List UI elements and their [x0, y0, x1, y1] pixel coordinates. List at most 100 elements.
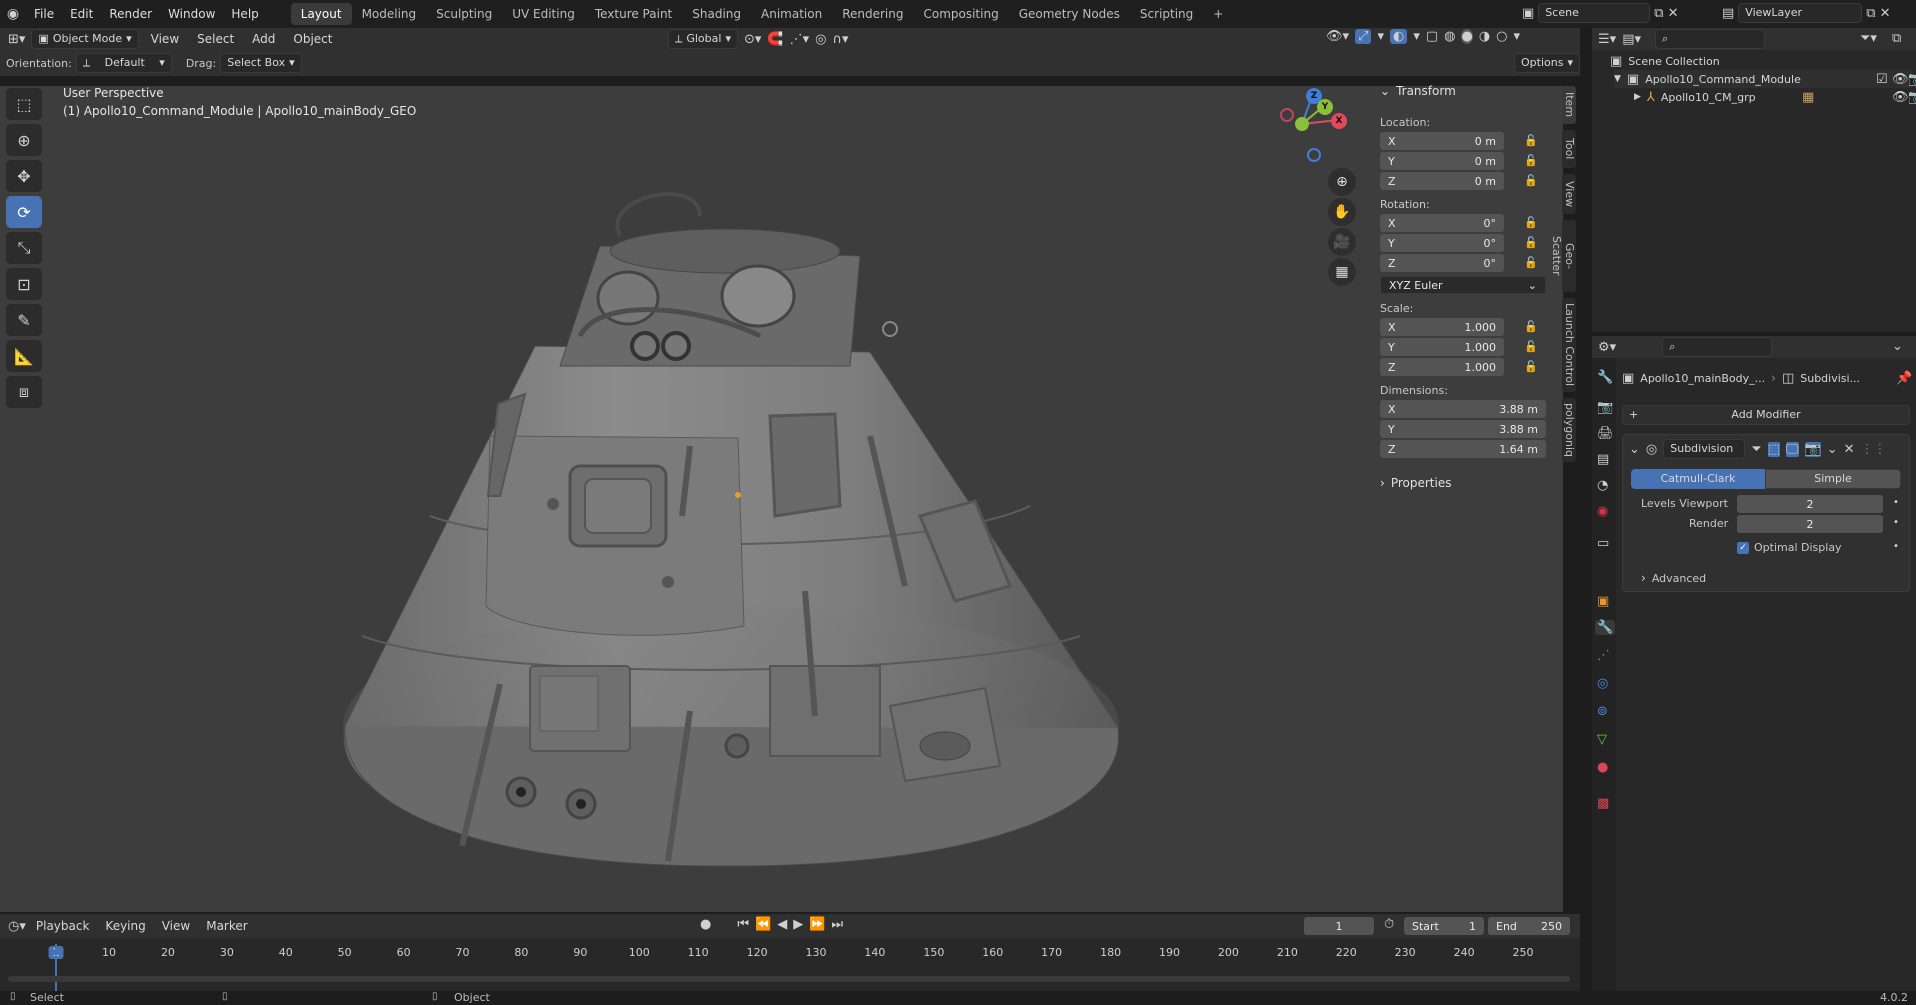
edit-mode-toggle-icon[interactable]: ⏷: [1751, 442, 1761, 457]
lock-icon[interactable]: 🔓: [1524, 174, 1538, 187]
pivot-point-icon[interactable]: ⊙▾: [744, 32, 761, 47]
properties-editor-icon[interactable]: ⚙▾: [1598, 340, 1616, 355]
close-icon[interactable]: ✕: [1844, 442, 1855, 457]
delete-scene-icon[interactable]: ✕: [1668, 6, 1679, 21]
end-frame-field[interactable]: End 250: [1488, 917, 1570, 935]
tab-uv-editing[interactable]: UV Editing: [502, 3, 585, 25]
pan-hand-icon[interactable]: ✋: [1328, 198, 1356, 226]
eye-icon[interactable]: 👁: [1892, 72, 1909, 87]
render-toggle-icon[interactable]: 📷: [1804, 441, 1821, 457]
overlay-toggle-icon[interactable]: ◐: [1389, 29, 1408, 44]
outliner-item-command-module[interactable]: ▼ ▣ Apollo10_Command_Module ☑ 👁 📷: [1614, 70, 1916, 88]
3d-viewport[interactable]: User Perspective (1) Apollo10_Command_Mo…: [0, 86, 1563, 912]
jump-start-icon[interactable]: ⏮: [737, 917, 749, 932]
eye-icon[interactable]: 👁: [1892, 90, 1909, 105]
chevron-down-icon[interactable]: ▼: [1614, 74, 1621, 84]
menu-select[interactable]: Select: [191, 29, 240, 49]
menu-help[interactable]: Help: [223, 0, 266, 28]
add-workspace-button[interactable]: +: [1203, 3, 1233, 25]
output-tab-icon[interactable]: 🖨: [1597, 426, 1614, 441]
rotation-x-field[interactable]: X 0°: [1380, 214, 1504, 232]
menu-render[interactable]: Render: [101, 0, 160, 28]
chevron-down-icon[interactable]: ⌄: [1827, 442, 1838, 457]
dimensions-y-field[interactable]: Y 3.88 m: [1380, 420, 1546, 438]
catmull-clark-toggle[interactable]: Catmull-Clark: [1631, 469, 1765, 489]
modifier-name-field[interactable]: Subdivision: [1663, 439, 1746, 459]
physics-tab-icon[interactable]: ◎: [1597, 676, 1608, 691]
tab-geo-scatter[interactable]: Geo-Scatter: [1550, 220, 1576, 292]
chevron-right-icon[interactable]: ▶: [1634, 92, 1641, 102]
tab-compositing[interactable]: Compositing: [913, 3, 1008, 25]
gizmo-toggle-icon[interactable]: ⤢: [1355, 29, 1372, 44]
new-view-layer-icon[interactable]: ⧉: [1866, 6, 1875, 21]
texture-tab-icon[interactable]: ▩: [1597, 796, 1609, 811]
menu-object[interactable]: Object: [287, 29, 338, 49]
chevron-down-icon[interactable]: ⌄: [1892, 339, 1903, 354]
render-tab-icon[interactable]: 📷: [1597, 400, 1613, 415]
cursor-icon[interactable]: ⊕: [6, 124, 42, 156]
select-box-icon[interactable]: ⬚: [6, 88, 42, 120]
xray-icon[interactable]: ▢: [1426, 29, 1438, 44]
menu-edit[interactable]: Edit: [62, 0, 101, 28]
snap-icon[interactable]: 🧲: [767, 32, 783, 47]
keyframe-dot-icon[interactable]: •: [1893, 517, 1899, 528]
tab-texture-paint[interactable]: Texture Paint: [585, 3, 682, 25]
material-tab-icon[interactable]: ●: [1597, 760, 1608, 775]
properties-search-input[interactable]: ⌕: [1662, 337, 1773, 357]
lock-icon[interactable]: 🔓: [1524, 360, 1538, 373]
display-mode-icon[interactable]: ▤▾: [1622, 32, 1641, 47]
tool-tab-icon[interactable]: 🔧: [1597, 370, 1613, 385]
render-levels-field[interactable]: 2: [1737, 515, 1883, 533]
gizmo-neg-z-axis[interactable]: [1307, 148, 1321, 162]
scene-tab-icon[interactable]: ◔: [1597, 478, 1608, 493]
optimal-display-checkbox[interactable]: ✓ Optimal Display: [1737, 541, 1842, 554]
tab-layout[interactable]: Layout: [290, 3, 352, 25]
scene-selector[interactable]: Scene: [1538, 3, 1651, 23]
measure-icon[interactable]: 📐: [6, 340, 42, 372]
levels-viewport-field[interactable]: 2: [1737, 495, 1883, 513]
view-layer-icon[interactable]: ▤: [1722, 6, 1734, 21]
transform-orientation-selector[interactable]: ⟂ Global ▾: [668, 29, 738, 49]
drag-handle-icon[interactable]: ⋮⋮: [1861, 442, 1887, 457]
location-x-field[interactable]: X 0 m: [1380, 132, 1504, 150]
world-tab-icon[interactable]: ◉: [1597, 504, 1608, 519]
new-scene-icon[interactable]: ⧉: [1654, 6, 1663, 21]
menu-add[interactable]: Add: [246, 29, 281, 49]
scale-z-field[interactable]: Z 1.000: [1380, 358, 1504, 376]
scale-x-field[interactable]: X 1.000: [1380, 318, 1504, 336]
gizmo-dropdown-icon[interactable]: ▾: [1377, 29, 1384, 44]
tab-rendering[interactable]: Rendering: [832, 3, 913, 25]
collection-tab-icon[interactable]: ▭: [1597, 536, 1609, 551]
tab-tool[interactable]: Tool: [1562, 130, 1576, 168]
lock-icon[interactable]: 🔓: [1524, 256, 1538, 269]
transform-icon[interactable]: ⊡: [6, 268, 42, 300]
menu-file[interactable]: File: [26, 0, 62, 28]
editor-type-icon[interactable]: ⊞▾: [8, 32, 25, 47]
menu-keying[interactable]: Keying: [99, 916, 151, 936]
shading-dropdown-icon[interactable]: ▾: [1514, 29, 1521, 44]
add-modifier-button[interactable]: + Add Modifier: [1622, 405, 1910, 425]
zoom-icon[interactable]: ⊕: [1328, 168, 1356, 196]
camera-icon[interactable]: 📷: [1908, 72, 1916, 87]
outliner-search-input[interactable]: ⌕: [1655, 29, 1765, 49]
material-shading-icon[interactable]: ◑: [1479, 29, 1490, 44]
particles-tab-icon[interactable]: ⋰: [1597, 648, 1610, 663]
view-layer-tab-icon[interactable]: ▤: [1597, 452, 1609, 467]
proportional-edit-icon[interactable]: ◎: [815, 32, 826, 47]
constraints-tab-icon[interactable]: ⊚: [1597, 704, 1608, 719]
move-icon[interactable]: ✥: [6, 160, 42, 192]
tab-item[interactable]: Item: [1562, 86, 1576, 124]
pin-icon[interactable]: 📌: [1896, 371, 1912, 386]
orientation-dropdown[interactable]: ⟂ Default ▾: [75, 53, 172, 73]
menu-view[interactable]: View: [145, 29, 185, 49]
wireframe-shading-icon[interactable]: ◍: [1444, 29, 1455, 44]
solid-shading-icon[interactable]: ●: [1461, 29, 1473, 44]
lock-icon[interactable]: 🔓: [1524, 134, 1538, 147]
filter-icon[interactable]: ⏷▾: [1860, 31, 1877, 46]
gizmo-neg-x-axis[interactable]: [1280, 108, 1294, 122]
next-keyframe-icon[interactable]: ⏩: [809, 917, 825, 932]
play-reverse-icon[interactable]: ◀: [777, 917, 787, 932]
add-cube-icon[interactable]: ⧈: [6, 376, 42, 408]
tab-shading[interactable]: Shading: [682, 3, 751, 25]
tab-scripting[interactable]: Scripting: [1130, 3, 1203, 25]
